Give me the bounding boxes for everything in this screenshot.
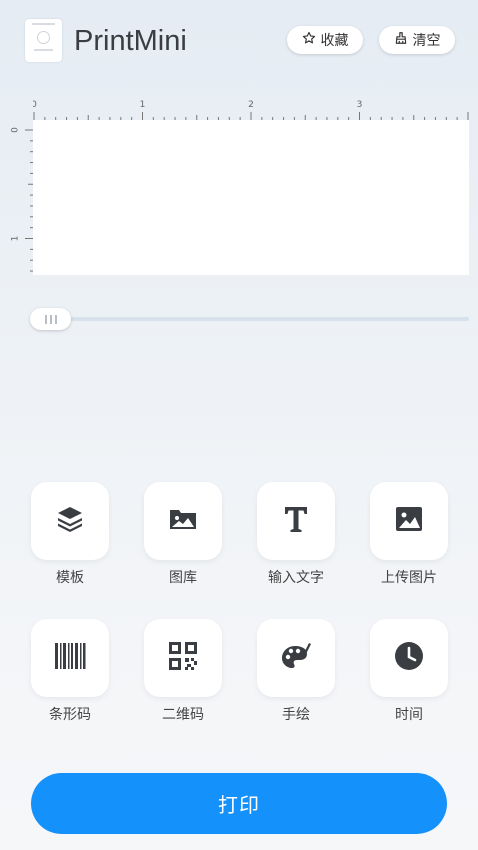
tool-label: 手绘	[282, 707, 310, 723]
header: PrintMini 收藏 清空	[0, 0, 478, 84]
tool-label: 条形码	[49, 707, 91, 723]
print-button[interactable]: 打印	[31, 773, 447, 834]
broom-icon	[394, 31, 408, 49]
tool-text[interactable]: 输入文字	[246, 482, 346, 597]
clock-icon	[393, 640, 425, 676]
barcode-icon	[54, 640, 86, 676]
tool-label: 输入文字	[268, 570, 324, 586]
qrcode-icon	[167, 640, 199, 676]
clear-button[interactable]: 清空	[379, 26, 455, 54]
draw-tile[interactable]	[257, 619, 335, 697]
star-icon	[302, 31, 316, 49]
image-icon	[393, 503, 425, 539]
tool-label: 上传图片	[381, 570, 437, 586]
ruler-top-label: 3	[357, 100, 363, 110]
barcode-tile[interactable]	[31, 619, 109, 697]
gallery-tile[interactable]	[144, 482, 222, 560]
clear-label: 清空	[412, 33, 441, 49]
tool-qrcode[interactable]: 二维码	[133, 619, 233, 734]
left-ruler: 01	[11, 127, 33, 272]
image-folder-icon	[167, 503, 199, 539]
template-tile[interactable]	[31, 482, 109, 560]
layers-icon	[54, 503, 86, 539]
app-logo	[25, 19, 62, 62]
tool-upload-image[interactable]: 上传图片	[359, 482, 459, 597]
text-tile[interactable]	[257, 482, 335, 560]
tool-barcode[interactable]: 条形码	[20, 619, 120, 734]
tool-time[interactable]: 时间	[359, 619, 459, 734]
tool-label: 二维码	[162, 707, 204, 723]
tool-label: 图库	[169, 570, 197, 586]
ruler-top-label: 1	[140, 100, 146, 110]
ruler-top-label: 2	[248, 100, 254, 110]
tool-gallery[interactable]: 图库	[133, 482, 233, 597]
tool-draw[interactable]: 手绘	[246, 619, 346, 734]
print-canvas[interactable]	[33, 120, 469, 275]
app-title: PrintMini	[74, 25, 187, 57]
tool-label: 时间	[395, 707, 423, 723]
palette-icon	[280, 640, 312, 676]
tool-template[interactable]: 模板	[20, 482, 120, 597]
qrcode-tile[interactable]	[144, 619, 222, 697]
zoom-slider-track[interactable]	[33, 317, 469, 321]
favorite-label: 收藏	[320, 33, 349, 49]
upload-image-tile[interactable]	[370, 482, 448, 560]
time-tile[interactable]	[370, 619, 448, 697]
ruler-top-label: 0	[33, 100, 37, 110]
favorite-button[interactable]: 收藏	[287, 26, 363, 54]
text-icon	[280, 503, 312, 539]
top-ruler: 0 1 2 3	[33, 100, 469, 120]
zoom-slider-thumb[interactable]	[30, 308, 71, 330]
tool-label: 模板	[56, 570, 84, 586]
ruler-left-label: 0	[11, 127, 21, 133]
ruler-left-label: 1	[11, 236, 21, 242]
